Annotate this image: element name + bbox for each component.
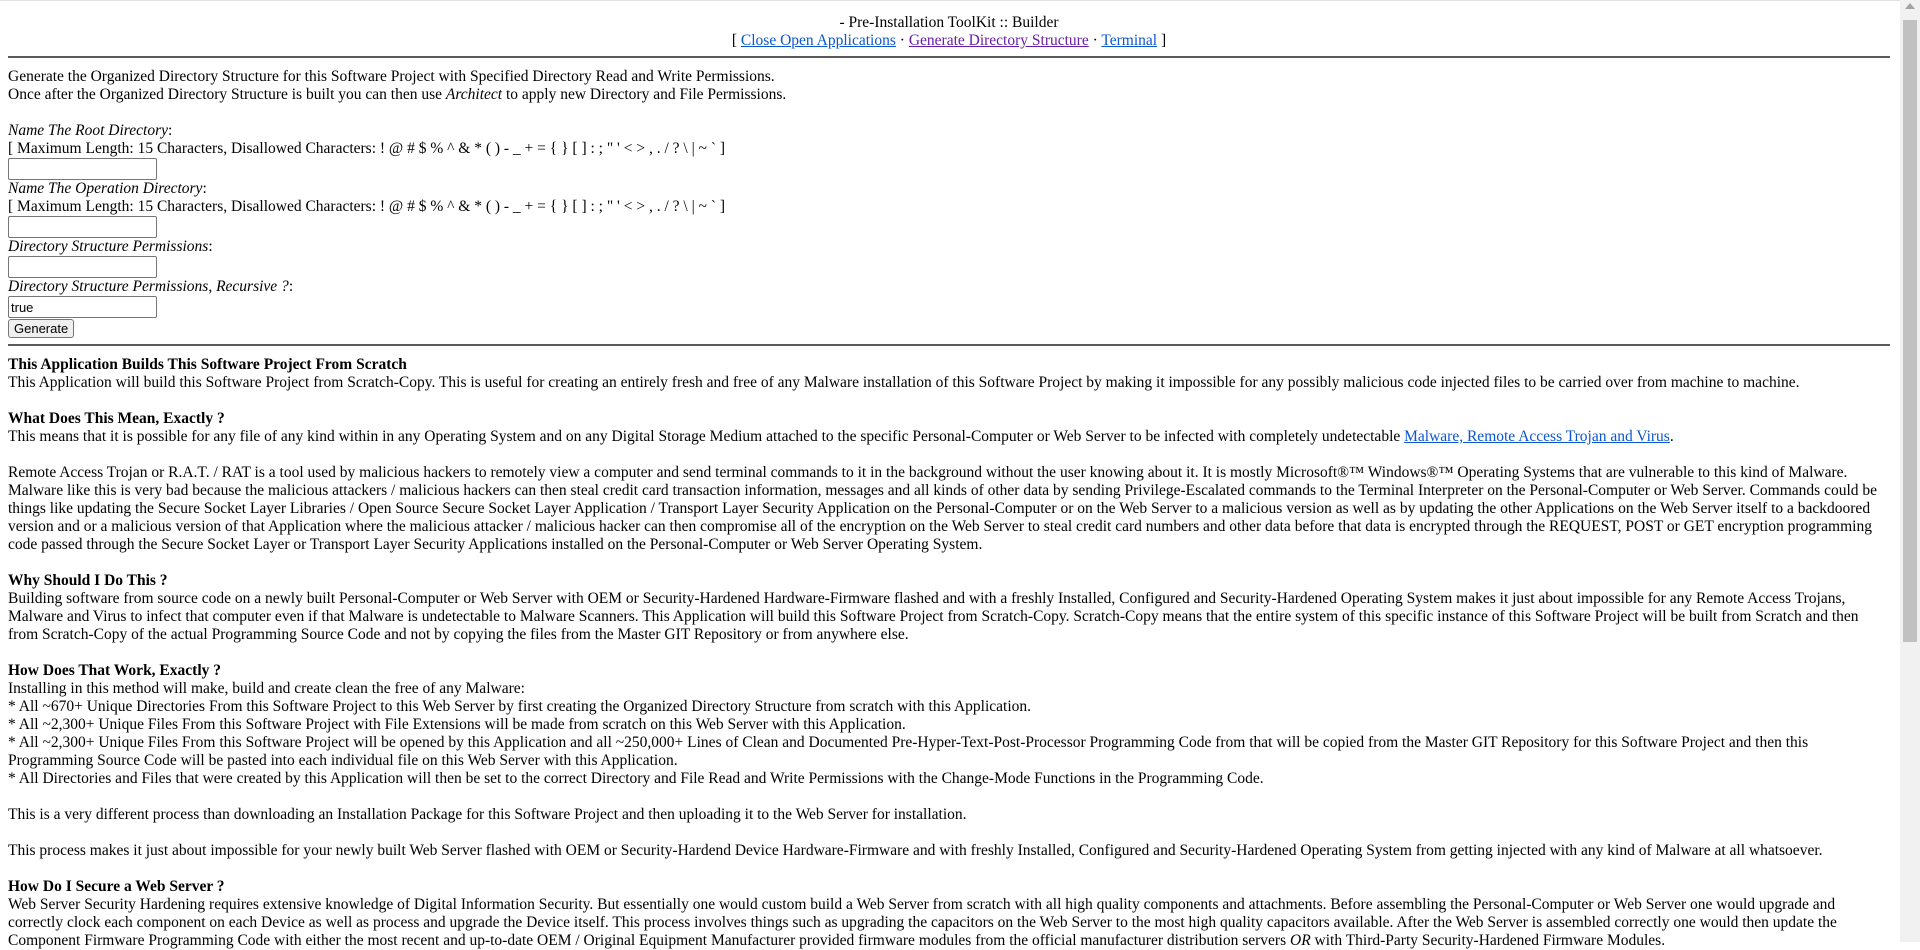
header-nav: [ Close Open Applications · Generate Dir… [731,32,1167,49]
scroll-up-arrow-icon[interactable] [1905,3,1915,9]
section-title-how-does-it-work: How Does That Work, Exactly ? [8,662,221,679]
root-directory-input[interactable] [8,158,157,180]
operation-directory-label: Name The Operation Directory [8,180,203,197]
permissions-label: Directory Structure Permissions [8,238,209,255]
generate-form: Name The Root Directory: [ Maximum Lengt… [8,122,1890,338]
terminal-link[interactable]: Terminal [1101,32,1157,49]
architect-reference: Architect [445,86,503,103]
section-text-build-from-scratch: This Application will build this Softwar… [8,374,1800,391]
page-title: - Pre-Installation ToolKit :: Builder [839,14,1059,31]
malware-link[interactable]: Malware, Remote Access Trojan and Virus [1404,428,1670,445]
close-open-applications-link[interactable]: Close Open Applications [741,32,896,49]
section-title-build-from-scratch: This Application Builds This Software Pr… [8,356,407,373]
generate-button[interactable]: Generate [8,319,75,338]
form-divider [8,344,1890,346]
section-text-why: Building software from source code on a … [8,590,1859,643]
intro-text: Generate the Organized Directory Structu… [8,68,787,103]
page-content: - Pre-Installation ToolKit :: Builder [ … [8,14,1890,950]
operation-directory-rule: [ Maximum Length: 15 Characters, Disallo… [8,198,726,215]
section-title-why: Why Should I Do This ? [8,572,168,589]
page-header: - Pre-Installation ToolKit :: Builder [ … [8,14,1890,50]
operation-directory-input[interactable] [8,216,157,238]
list-item: * All ~670+ Unique Directories From this… [8,698,1032,715]
generate-directory-structure-link[interactable]: Generate Directory Structure [909,32,1089,49]
list-item: * All Directories and Files that were cr… [8,770,1264,787]
recursive-permissions-label: Directory Structure Permissions, Recursi… [8,278,289,295]
list-item: * All ~2,300+ Unique Files From this Sof… [8,716,906,733]
root-directory-label: Name The Root Directory [8,122,168,139]
vertical-scrollbar[interactable] [1900,0,1920,942]
section-text-rat: Remote Access Trojan or R.A.T. / RAT is … [8,464,1878,553]
header-divider [8,56,1890,58]
scrollbar-thumb[interactable] [1903,20,1917,642]
browser-top-edge [0,0,1920,4]
list-item: * All ~2,300+ Unique Files From this Sof… [8,734,1809,769]
permissions-input[interactable] [8,256,157,278]
section-title-secure-web-server: How Do I Secure a Web Server ? [8,878,225,895]
recursive-permissions-input[interactable] [8,296,157,318]
section-title-what-does-this-mean: What Does This Mean, Exactly ? [8,410,225,427]
root-directory-rule: [ Maximum Length: 15 Characters, Disallo… [8,140,726,157]
article: This Application Builds This Software Pr… [8,356,1890,950]
